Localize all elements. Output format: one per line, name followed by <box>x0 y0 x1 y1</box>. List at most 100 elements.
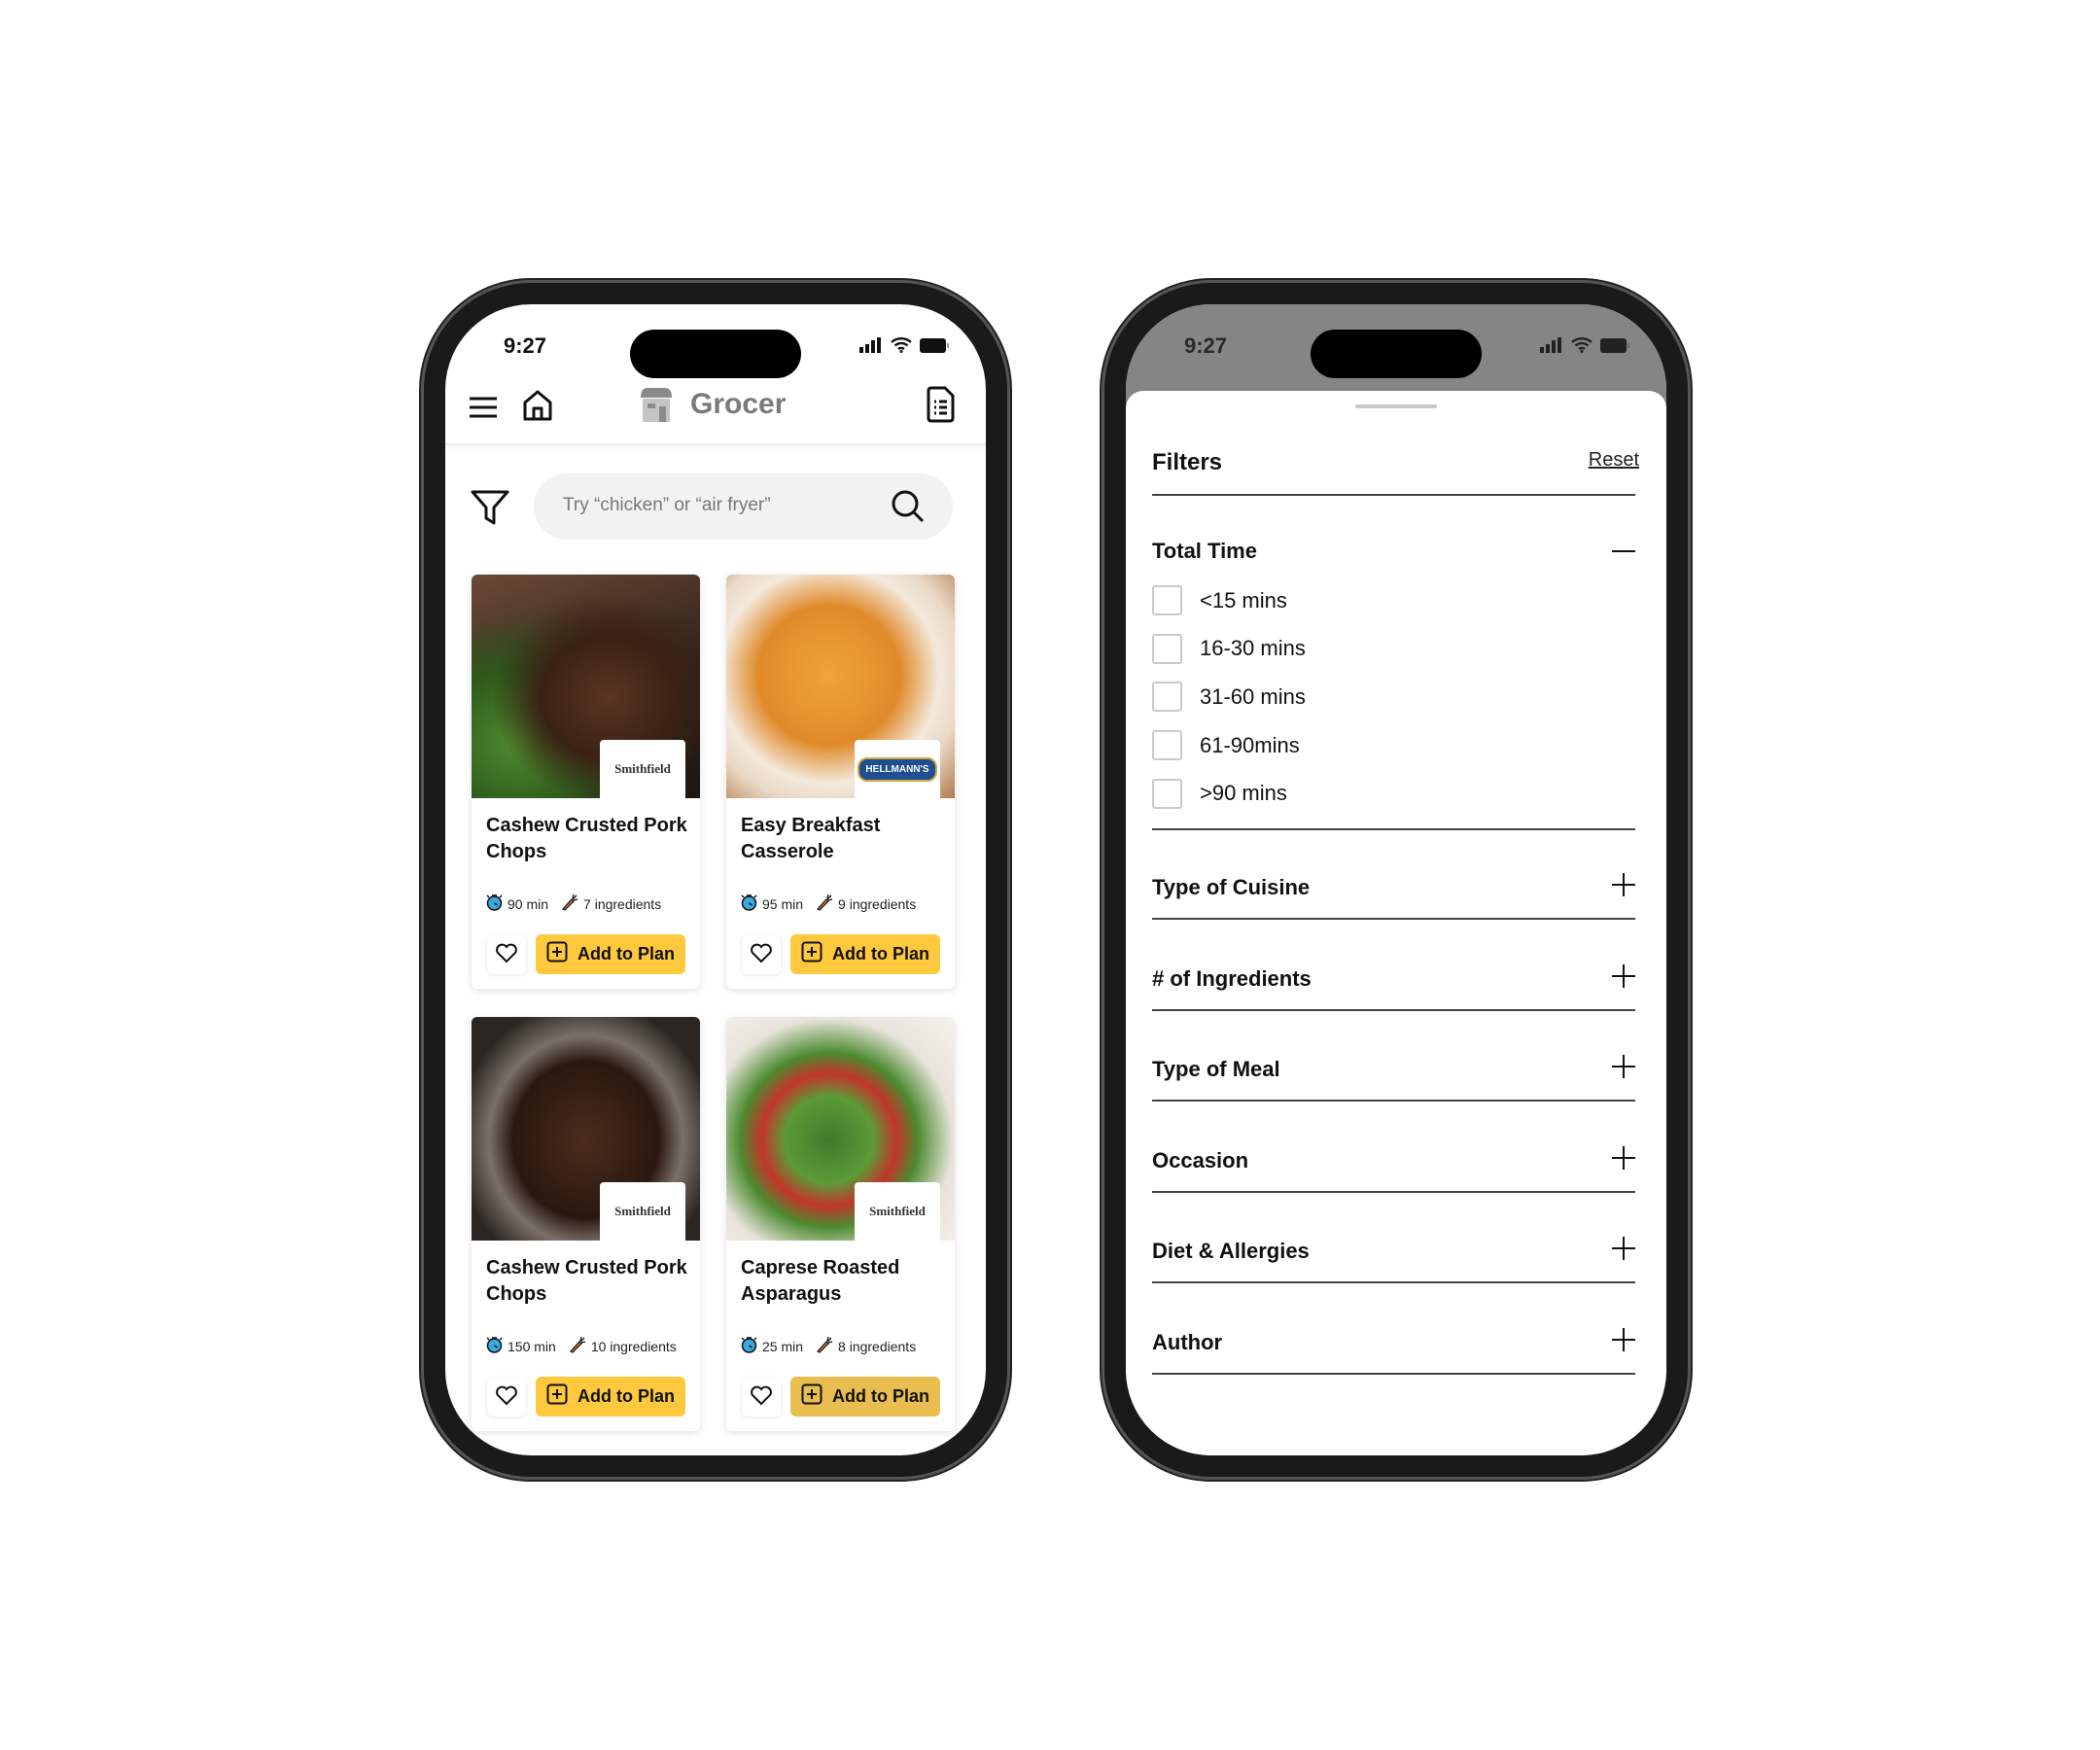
add-to-plan-label: Add to Plan <box>578 1386 675 1406</box>
timer-icon <box>486 893 503 914</box>
add-to-plan-button[interactable]: Add to Plan <box>536 1377 685 1417</box>
search-placeholder: Try “chicken” or “air fryer” <box>563 495 771 515</box>
filter-section-of-ingredients[interactable]: # of Ingredients <box>1152 963 1635 994</box>
sheet-drag-handle[interactable] <box>1355 404 1437 408</box>
carrot-icon <box>561 893 578 914</box>
divider <box>1152 1281 1635 1284</box>
recipe-card[interactable]: Smithfield Cashew Crusted Pork Chops 150 m… <box>472 1017 700 1431</box>
cook-time: 25 min <box>762 1338 804 1354</box>
divider <box>1152 1008 1635 1011</box>
add-to-plan-button[interactable]: Add to Plan <box>790 934 940 974</box>
favorite-button[interactable] <box>487 1378 526 1417</box>
filter-section-occasion[interactable]: Occasion <box>1152 1145 1635 1175</box>
filter-section-type-of-meal[interactable]: Type of Meal <box>1152 1055 1635 1084</box>
filters-title: Filters <box>1152 449 1223 475</box>
carrot-icon <box>816 1336 833 1356</box>
recipe-card[interactable]: Smithfield Caprese Roasted Asparagus 25 mi… <box>726 1017 955 1431</box>
timer-icon <box>741 1336 757 1356</box>
wifi-icon <box>891 337 912 353</box>
cook-time: 95 min <box>762 895 804 912</box>
recipes-screen: 9:27 Grocer Try “chicken” or “air fryer”… <box>445 304 986 1455</box>
recipe-meta: 150 min 10 ingredients <box>486 1336 677 1356</box>
section-label: # of Ingredients <box>1152 965 1312 991</box>
checkbox[interactable] <box>1152 778 1182 809</box>
search-input[interactable]: Try “chicken” or “air fryer” <box>534 473 953 540</box>
search-icon[interactable] <box>891 489 926 524</box>
total-time-header[interactable]: Total Time <box>1152 539 1635 564</box>
recipe-meta: 95 min 9 ingredients <box>741 893 916 914</box>
dynamic-island <box>1311 330 1482 378</box>
option-label: 31-60 mins <box>1200 683 1306 709</box>
checkbox[interactable] <box>1152 682 1182 713</box>
favorite-button[interactable] <box>742 935 781 974</box>
recipe-card[interactable]: Smithfield Cashew Crusted Pork Chops 90 mi… <box>472 575 700 989</box>
ingredient-count: 8 ingredients <box>838 1338 917 1354</box>
filters-sheet: Filters Reset Total Time <15 mins 16-30 m… <box>1126 391 1666 1455</box>
recipe-title[interactable]: Caprese Roasted Asparagus <box>741 1255 945 1308</box>
option-label: >90 mins <box>1200 781 1287 806</box>
divider <box>1152 918 1635 920</box>
section-label: Type of Cuisine <box>1152 875 1311 899</box>
time-option[interactable]: >90 mins <box>1152 778 1287 809</box>
status-icons <box>859 337 949 353</box>
plus-icon[interactable] <box>1612 1055 1635 1084</box>
checkbox[interactable] <box>1152 633 1182 664</box>
heart-icon <box>495 1384 518 1411</box>
app-title: Grocer <box>690 388 787 420</box>
plus-icon[interactable] <box>1612 1145 1635 1175</box>
app-header: Grocer <box>445 374 986 445</box>
heart-icon <box>750 1384 773 1411</box>
carrot-icon <box>569 1336 586 1356</box>
cook-time: 90 min <box>508 895 549 912</box>
plus-icon[interactable] <box>1612 1328 1635 1357</box>
ingredient-count: 10 ingredients <box>590 1338 677 1354</box>
plus-icon[interactable] <box>1612 963 1635 994</box>
list-document-icon[interactable] <box>926 386 955 423</box>
filter-section-type-of-cuisine[interactable]: Type of Cuisine <box>1152 873 1635 902</box>
plus-icon[interactable] <box>1612 1237 1635 1266</box>
favorite-button[interactable] <box>487 935 526 974</box>
checkbox[interactable] <box>1152 730 1182 761</box>
status-time: 9:27 <box>504 333 547 358</box>
filter-icon[interactable] <box>471 489 509 526</box>
minus-icon[interactable] <box>1612 549 1635 553</box>
status-time: 9:27 <box>1184 333 1228 358</box>
add-to-plan-button[interactable]: Add to Plan <box>790 1377 940 1417</box>
divider <box>1152 494 1635 496</box>
plus-icon[interactable] <box>1612 873 1635 902</box>
brand-logo: HELLMANN'S <box>855 740 940 798</box>
recipe-title[interactable]: Easy Breakfast Casserole <box>741 813 945 865</box>
section-label: Occasion <box>1152 1147 1249 1172</box>
battery-icon <box>1600 337 1629 353</box>
signal-icon <box>859 337 881 353</box>
time-option[interactable]: 31-60 mins <box>1152 682 1306 713</box>
add-to-plan-button[interactable]: Add to Plan <box>536 934 685 974</box>
ingredient-count: 9 ingredients <box>838 895 917 912</box>
time-option[interactable]: <15 mins <box>1152 585 1287 615</box>
ingredient-count: 7 ingredients <box>583 895 662 912</box>
recipe-card[interactable]: HELLMANN'S Easy Breakfast Casserole 95 min… <box>726 575 955 989</box>
timer-icon <box>486 1336 503 1356</box>
plus-square-icon <box>801 941 822 967</box>
recipe-meta: 25 min 8 ingredients <box>741 1336 916 1356</box>
dynamic-island <box>630 330 801 378</box>
recipe-title[interactable]: Cashew Crusted Pork Chops <box>486 813 690 865</box>
section-label: Type of Meal <box>1152 1057 1280 1082</box>
time-option[interactable]: 61-90mins <box>1152 730 1300 761</box>
cook-time: 150 min <box>508 1338 556 1354</box>
favorite-button[interactable] <box>742 1378 781 1417</box>
hamburger-menu-icon[interactable] <box>469 396 498 419</box>
recipe-title[interactable]: Cashew Crusted Pork Chops <box>486 1255 690 1308</box>
time-option[interactable]: 16-30 mins <box>1152 633 1306 664</box>
battery-icon <box>920 337 949 353</box>
divider <box>1152 1190 1635 1193</box>
store-logo-icon <box>641 388 672 422</box>
checkbox[interactable] <box>1152 585 1182 615</box>
filter-section-author[interactable]: Author <box>1152 1328 1635 1357</box>
add-to-plan-label: Add to Plan <box>832 1386 929 1406</box>
reset-button[interactable]: Reset <box>1589 449 1639 472</box>
divider <box>1152 828 1635 830</box>
filter-section-diet-allergies[interactable]: Diet & Allergies <box>1152 1237 1635 1266</box>
plus-square-icon <box>801 1383 822 1410</box>
home-icon[interactable] <box>522 389 553 422</box>
